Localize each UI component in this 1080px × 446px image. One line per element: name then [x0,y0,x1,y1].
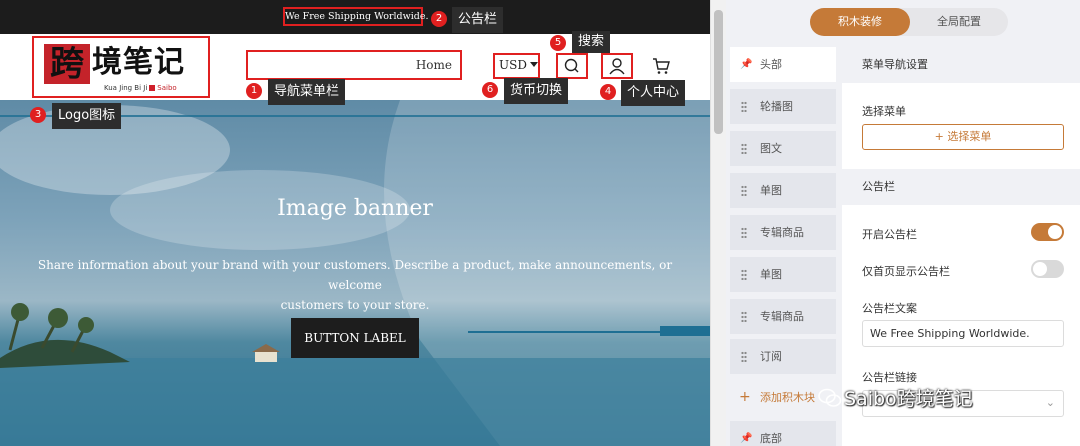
block-item-label: 专辑商品 [760,226,804,239]
caret-down-icon [529,62,538,67]
cart-icon[interactable] [650,55,672,77]
block-item-label: 单图 [760,184,782,197]
block-item-single-image[interactable]: 单图 [730,257,836,292]
preview-scrollbar[interactable] [710,0,726,446]
logo-red-square [149,85,156,91]
banner-desc-line1: Share information about your brand with … [37,258,673,292]
annotation-badge-3: 3 [30,107,46,123]
nav-menu-bar: Home [246,50,462,80]
annotation-badge-2: 2 [431,11,447,27]
block-item-label: 轮播图 [760,100,793,113]
logo-subtitle: Kua Jing Bi Ji Saibo [104,84,177,92]
logo-mark: 跨 [44,44,90,84]
home-only-toggle[interactable] [1031,260,1064,278]
section-header-menu-nav: 菜单导航设置 [842,47,1080,83]
add-block-label: 添加积木块 [760,391,815,404]
banner-title: Image banner [277,196,433,221]
editor-screen: We Free Shipping Worldwide. 跨 境笔记 Kua Ji… [0,0,1080,446]
config-panel: 积木装修 全局配置 📌 头部 轮播图 图文 单图 专辑商品 单图 专辑商品 订阅… [726,0,1080,446]
banner-button[interactable]: BUTTON LABEL [291,318,419,358]
toggle-knob [1048,225,1062,239]
logo-sub-brand: Saibo [157,84,177,92]
block-item-label: 底部 [760,432,782,445]
currency-value: USD [499,58,527,72]
annotation-tag-currency: 货币切换 [504,78,569,104]
banner-description: Share information about your brand with … [20,255,690,315]
annotation-badge-6: 6 [482,82,498,98]
store-preview: We Free Shipping Worldwide. 跨 境笔记 Kua Ji… [0,0,710,446]
tab-global-config[interactable]: 全局配置 [910,8,1008,36]
banner-desc-line2: customers to your store. [280,298,430,312]
block-item-footer[interactable]: 📌 底部 [730,421,836,446]
annotation-tag-nav: 导航菜单栏 [268,79,346,105]
wechat-icon [818,388,842,407]
announcement-link-label: 公告栏链接 [862,371,917,384]
annotation-tag-search: 搜索 [572,31,611,53]
drag-handle-icon[interactable] [741,227,747,238]
annotation-badge-5: 5 [550,35,566,51]
plus-icon: + [739,389,751,405]
user-icon [609,58,625,75]
scrollbar-thumb[interactable] [714,10,723,134]
pin-icon: 📌 [740,59,753,70]
search-button[interactable] [556,53,588,79]
block-item-label: 专辑商品 [760,310,804,323]
section-header-announcement: 公告栏 [842,169,1080,205]
announcement-text[interactable]: We Free Shipping Worldwide. [283,7,429,26]
image-banner: Image banner Share information about you… [0,100,710,446]
chevron-down-icon: ⌄ [1045,396,1055,409]
logo-sub-pinyin: Kua Jing Bi Ji [104,84,148,92]
block-item-single-image[interactable]: 单图 [730,173,836,208]
nav-item-home[interactable]: Home [416,58,452,72]
block-item-label: 头部 [760,58,782,71]
block-item-collection[interactable]: 专辑商品 [730,299,836,334]
annotation-tag-account: 个人中心 [621,80,686,106]
block-item-label: 订阅 [760,350,782,363]
annotation-tag-logo: Logo图标 [52,103,122,129]
annotation-tag-announcement: 公告栏 [452,7,504,33]
block-item-label: 单图 [760,268,782,281]
drag-handle-icon[interactable] [741,185,747,196]
block-item-header[interactable]: 📌 头部 [730,47,836,82]
annotation-badge-1: 1 [246,83,262,99]
tab-block-decoration[interactable]: 积木装修 [810,8,910,36]
annotation-badge-4: 4 [600,84,616,100]
block-item-subscribe[interactable]: 订阅 [730,339,836,374]
search-icon [564,58,579,73]
drag-handle-icon[interactable] [741,101,747,112]
enable-announcement-toggle[interactable] [1031,223,1064,241]
currency-switcher[interactable]: USD [493,53,540,79]
watermark: Saibo跨境笔记 [818,384,973,414]
panel-tabs: 积木装修 全局配置 [810,8,1008,36]
announcement-bar: We Free Shipping Worldwide. [0,0,710,34]
block-item-carousel[interactable]: 轮播图 [730,89,836,124]
home-only-label: 仅首页显示公告栏 [862,265,950,278]
block-item-label: 图文 [760,142,782,155]
drag-handle-icon[interactable] [741,143,747,154]
block-item-collection[interactable]: 专辑商品 [730,215,836,250]
drag-handle-icon[interactable] [741,269,747,280]
announcement-text-label: 公告栏文案 [862,302,917,315]
drag-handle-icon[interactable] [741,351,747,362]
enable-announcement-label: 开启公告栏 [862,228,917,241]
logo-chars: 境笔记 [92,45,185,80]
block-item-image-text[interactable]: 图文 [730,131,836,166]
pin-icon: 📌 [740,433,753,444]
account-button[interactable] [601,53,633,79]
choose-menu-button[interactable]: + 选择菜单 [862,124,1064,150]
toggle-knob [1033,262,1047,276]
store-logo[interactable]: 跨 境笔记 Kua Jing Bi Ji Saibo [32,36,210,98]
announcement-text-input[interactable]: We Free Shipping Worldwide. [862,320,1064,347]
choose-menu-label: 选择菜单 [862,105,906,118]
watermark-text: Saibo跨境笔记 [844,388,973,410]
drag-handle-icon[interactable] [741,311,747,322]
